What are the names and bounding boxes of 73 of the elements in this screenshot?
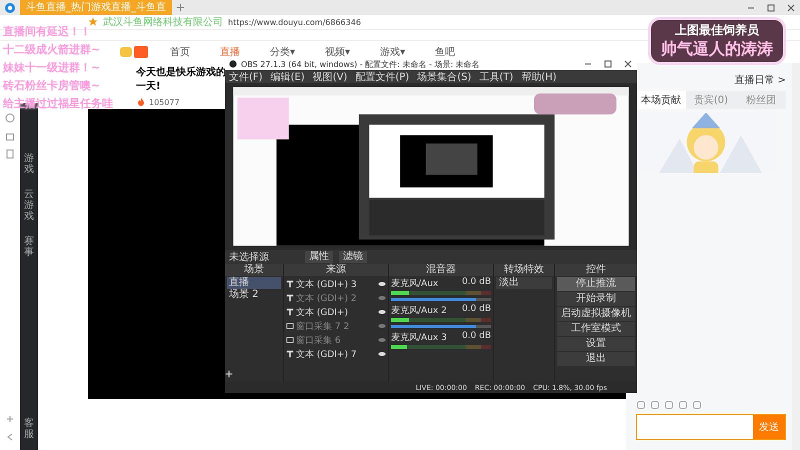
dock-title: 场景 bbox=[225, 264, 283, 276]
overlay-text: 直播间有延迟！！ bbox=[3, 24, 91, 39]
nav-link[interactable]: 鱼吧 bbox=[435, 45, 456, 59]
plus-icon[interactable] bbox=[5, 414, 15, 424]
menu-item[interactable]: 配置文件(P) bbox=[355, 70, 410, 84]
channel-name: 麦克风/Aux 2 bbox=[391, 304, 447, 317]
channel-reading: 0.0 dB bbox=[462, 331, 491, 343]
sidebar-item[interactable]: 游戏 bbox=[24, 153, 34, 175]
volume-slider[interactable] bbox=[391, 325, 476, 328]
collapse-icon[interactable] bbox=[5, 432, 15, 442]
ranking-tab[interactable]: 本场贡献 bbox=[636, 91, 686, 109]
control-button[interactable]: 启动虚拟摄像机 bbox=[557, 307, 635, 321]
source-item[interactable]: 文本 (GDI+) bbox=[296, 306, 376, 318]
overlay-text: 妹妹十一级进群！~ bbox=[3, 60, 100, 75]
fire-icon bbox=[136, 97, 146, 107]
popularity-count: 105077 bbox=[149, 98, 180, 106]
transition-select[interactable]: 淡出 bbox=[496, 277, 552, 289]
sidebar-item[interactable]: 云游戏 bbox=[24, 189, 34, 222]
close-icon[interactable] bbox=[623, 59, 633, 69]
add-icon[interactable] bbox=[225, 370, 233, 378]
maximize-icon[interactable] bbox=[766, 2, 776, 12]
menu-item[interactable]: 编辑(E) bbox=[270, 70, 305, 84]
menu-item[interactable]: 场景集合(S) bbox=[417, 70, 472, 84]
nav-link[interactable]: 首页 bbox=[170, 45, 190, 59]
site-logo-icon[interactable] bbox=[120, 45, 150, 59]
channel-name: 麦克风/Aux 3 bbox=[391, 332, 447, 344]
menu-item[interactable]: 视图(V) bbox=[312, 70, 348, 84]
toolbar-button[interactable]: 属性 bbox=[305, 251, 333, 263]
menu-item[interactable]: 文件(F) bbox=[229, 70, 263, 84]
maximize-icon[interactable] bbox=[603, 59, 613, 69]
browser-logo-icon bbox=[4, 2, 16, 14]
scene-item[interactable]: 场景 2 bbox=[227, 289, 281, 301]
channel-name: 麦克风/Aux bbox=[391, 278, 438, 290]
volume-slider[interactable] bbox=[391, 298, 476, 301]
overlay-text: 十二级成火箭进群~ bbox=[3, 42, 100, 57]
obs-logo-icon bbox=[229, 60, 237, 68]
new-tab-icon[interactable] bbox=[176, 3, 185, 12]
dock-title: 来源 bbox=[284, 264, 388, 276]
channel-reading: 0.0 dB bbox=[462, 277, 491, 289]
star-icon[interactable] bbox=[88, 17, 98, 27]
nav-link[interactable]: 分类▾ bbox=[270, 45, 296, 59]
control-button[interactable]: 停止推流 bbox=[557, 277, 635, 291]
selection-label: 未选择源 bbox=[229, 250, 269, 264]
control-button[interactable]: 工作室模式 bbox=[557, 322, 635, 336]
dock-title: 控件 bbox=[555, 264, 637, 276]
scene-item[interactable]: 直播 bbox=[227, 277, 281, 289]
source-item[interactable]: 文本 (GDI+) 2 bbox=[296, 292, 376, 304]
overlay-text: 砖石粉丝卡房管噢~ bbox=[3, 78, 100, 93]
dock-title: 混音器 bbox=[389, 264, 493, 276]
sidebar-item[interactable]: 赛事 bbox=[24, 236, 34, 258]
source-item[interactable]: 文本 (GDI+) 3 bbox=[296, 278, 376, 290]
url-field[interactable]: https://www.douyu.com/6866346 bbox=[228, 18, 361, 26]
menu-item[interactable]: 工具(T) bbox=[479, 70, 514, 84]
control-button[interactable]: 开始录制 bbox=[557, 292, 635, 306]
close-icon[interactable] bbox=[786, 2, 796, 12]
sidebar-item[interactable]: 客服 bbox=[24, 418, 34, 440]
nav-link[interactable]: 视频▾ bbox=[325, 45, 350, 59]
badge-title: 上图最佳饲养员 bbox=[675, 22, 759, 39]
schedule-link[interactable]: 直播日常 > bbox=[734, 73, 786, 87]
source-item[interactable]: 文本 (GDI+) 7 bbox=[296, 348, 376, 360]
badge-name: 帅气逼人的涛涛 bbox=[661, 39, 773, 60]
menu-item[interactable]: 帮助(H) bbox=[521, 70, 557, 84]
text-source-icon bbox=[286, 350, 294, 358]
toolbar-button[interactable]: 滤镜 bbox=[339, 251, 367, 263]
source-item[interactable]: 窗口采集 6 bbox=[296, 334, 376, 346]
nav-link[interactable]: 游戏▾ bbox=[380, 45, 406, 59]
window-title: OBS 27.1.3 (64 bit, windows) - 配置文件: 未命名 - 场景: 未命名 bbox=[241, 58, 480, 70]
control-button[interactable]: 退出 bbox=[557, 352, 635, 366]
source-item[interactable]: 窗口采集 7 2 bbox=[296, 320, 376, 332]
site-owner-label: 武汉斗鱼网络科技有限公司 bbox=[103, 16, 223, 29]
dock-title: 转场特效 bbox=[494, 264, 554, 276]
channel-reading: 0.0 dB bbox=[462, 304, 491, 316]
control-button[interactable]: 设置 bbox=[557, 337, 635, 351]
